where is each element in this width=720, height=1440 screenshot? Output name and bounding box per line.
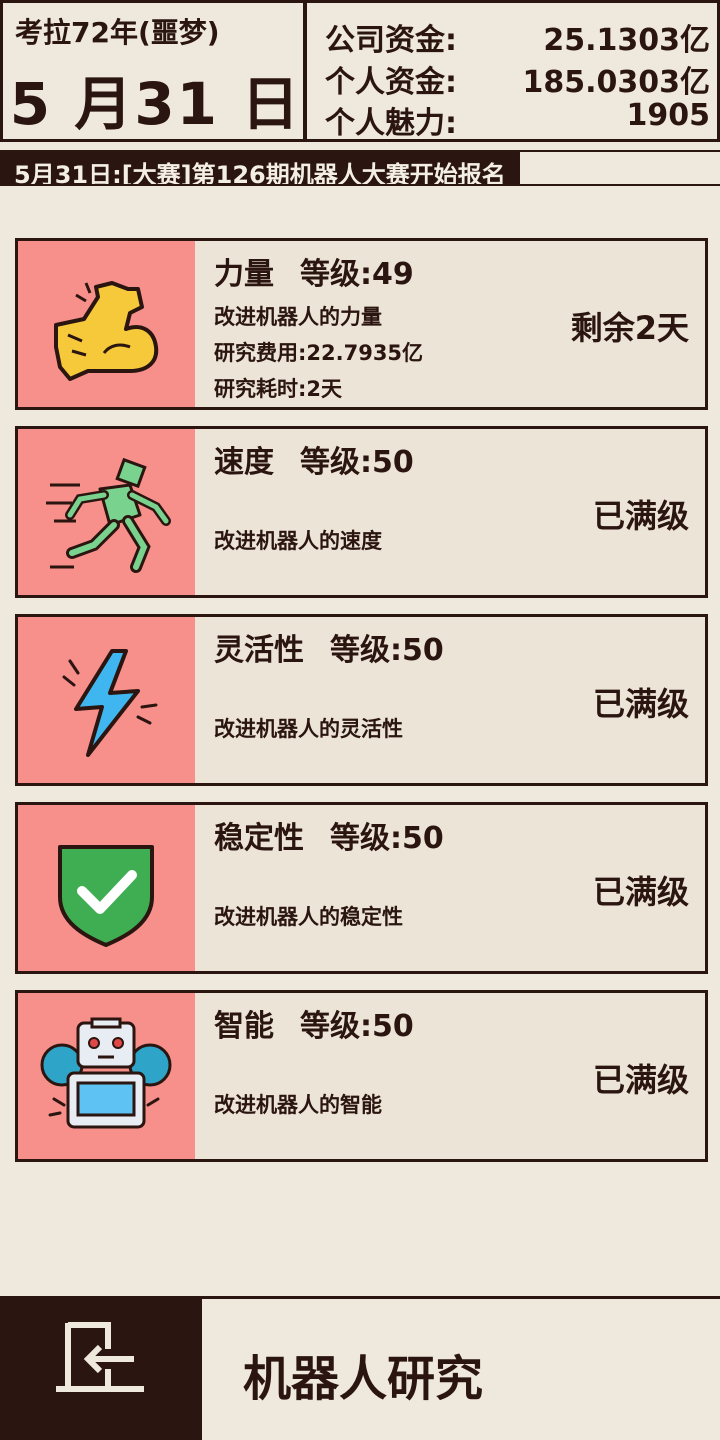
- company-funds-label: 公司资金:: [325, 23, 457, 58]
- research-description: 改进机器人的灵活性: [214, 717, 403, 741]
- research-title: 速度 等级:50: [214, 437, 414, 481]
- personal-charm: 个人魅力: 1905: [325, 98, 711, 141]
- flexed-arm-icon: [54, 281, 159, 381]
- personal-charm-label: 个人魅力:: [325, 106, 457, 141]
- running-robot-icon: [46, 457, 171, 573]
- research-description: 改进机器人的稳定性: [214, 905, 403, 929]
- news-ticker: 5月31日:[大赛]第126期机器人大赛开始报名 5月31日:[大赛]第126期…: [0, 150, 720, 186]
- research-status: 剩余2天: [570, 309, 689, 347]
- research-icon-panel: [18, 617, 195, 783]
- company-funds-value: 25.1303亿: [543, 23, 710, 58]
- research-description: 改进机器人的智能: [214, 1093, 382, 1117]
- research-name: 力量: [214, 257, 274, 292]
- company-funds: 公司资金: 25.1303亿: [325, 15, 710, 58]
- research-time: 研究耗时:2天: [214, 377, 343, 401]
- date-panel: 考拉72年(噩梦) 5 月31 日: [0, 0, 305, 142]
- personal-funds-value: 185.0303亿: [522, 65, 710, 100]
- research-level: 等级:50: [300, 1009, 414, 1044]
- research-status: 已满级: [592, 873, 689, 911]
- research-level: 等级:50: [330, 821, 444, 856]
- research-card-intelligence[interactable]: 智能 等级:50 改进机器人的智能 已满级: [15, 990, 708, 1162]
- research-description: 改进机器人的力量: [214, 305, 382, 329]
- research-description: 改进机器人的速度: [214, 529, 382, 553]
- research-title: 力量 等级:49: [214, 249, 414, 293]
- research-level: 等级:49: [300, 257, 414, 292]
- research-level: 等级:50: [330, 633, 444, 668]
- research-cost: 研究费用:22.7935亿: [214, 341, 424, 365]
- research-status: 已满级: [592, 1061, 689, 1099]
- research-icon-panel: [18, 993, 195, 1159]
- research-level: 等级:50: [300, 445, 414, 480]
- current-date: 5 月31 日: [9, 70, 302, 138]
- research-icon-panel: [18, 241, 195, 407]
- back-button[interactable]: [0, 1299, 202, 1440]
- shield-check-icon: [58, 845, 154, 947]
- ticker-text-highlighted: 5月31日:[大赛]第126期机器人大赛开始报名: [14, 161, 506, 186]
- robot-gear-icon: [40, 1017, 172, 1129]
- research-name: 稳定性: [214, 821, 304, 856]
- research-title: 稳定性 等级:50: [214, 813, 444, 857]
- research-card-agility[interactable]: 灵活性 等级:50 改进机器人的灵活性 已满级: [15, 614, 708, 786]
- research-icon-panel: [18, 429, 195, 595]
- personal-funds-label: 个人资金:: [325, 65, 457, 100]
- funds-panel: 公司资金: 25.1303亿 个人资金: 185.0303亿 个人魅力: 190…: [305, 0, 720, 142]
- research-status: 已满级: [592, 685, 689, 723]
- research-title: 智能 等级:50: [214, 1001, 414, 1045]
- research-name: 智能: [214, 1009, 274, 1044]
- year-label: 考拉72年(噩梦): [15, 16, 220, 49]
- lightning-icon: [62, 649, 158, 757]
- research-name: 速度: [214, 445, 274, 480]
- research-card-strength[interactable]: 力量 等级:49 改进机器人的力量 研究费用:22.7935亿 研究耗时:2天 剩…: [15, 238, 708, 410]
- personal-charm-value: 1905: [626, 98, 711, 133]
- research-icon-panel: [18, 805, 195, 971]
- research-title: 灵活性 等级:50: [214, 625, 444, 669]
- page-title: 机器人研究: [243, 1351, 484, 1407]
- research-card-speed[interactable]: 速度 等级:50 改进机器人的速度 已满级: [15, 426, 708, 598]
- personal-funds: 个人资金: 185.0303亿: [325, 57, 710, 100]
- bottom-bar: 机器人研究: [0, 1296, 720, 1440]
- research-card-stability[interactable]: 稳定性 等级:50 改进机器人的稳定性 已满级: [15, 802, 708, 974]
- research-status: 已满级: [592, 497, 689, 535]
- exit-door-icon: [56, 1322, 144, 1392]
- research-name: 灵活性: [214, 633, 304, 668]
